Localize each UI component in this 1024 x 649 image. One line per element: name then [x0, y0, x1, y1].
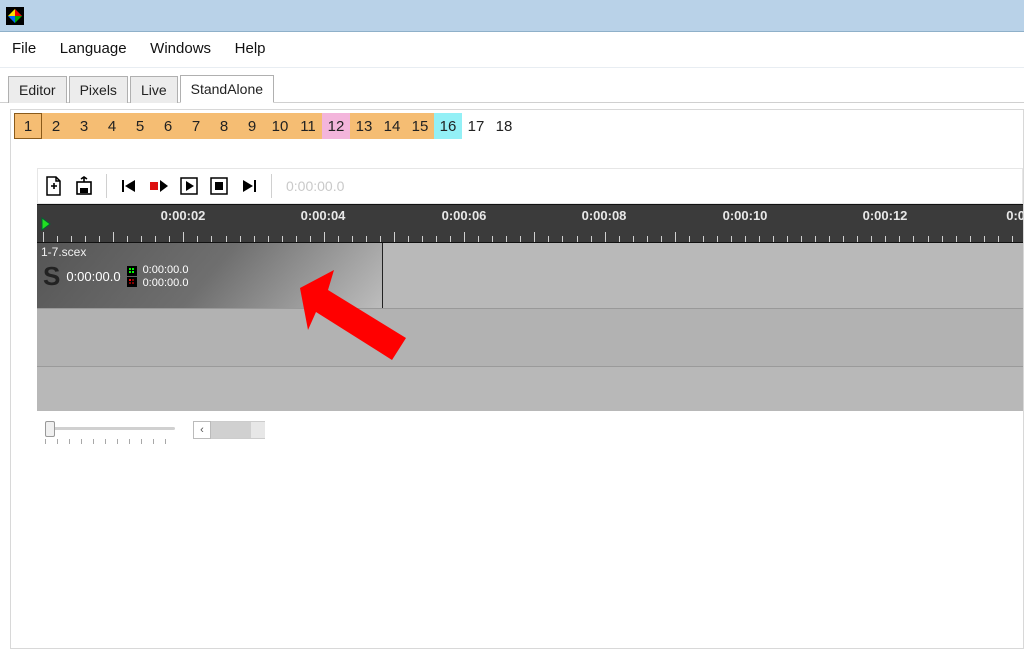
- transport-time-display: 0:00:00.0: [282, 178, 344, 194]
- clip-sub-time-a: 0:00:00.0: [143, 265, 189, 276]
- tab-editor[interactable]: Editor: [8, 76, 67, 103]
- zoom-thumb[interactable]: [45, 421, 55, 437]
- app-icon: [6, 7, 24, 25]
- go-end-button[interactable]: [237, 174, 261, 198]
- timeline-editor: 0:00:00.0 0:00:020:00:040:00:060:00:080:…: [37, 168, 1023, 455]
- page-cell-14[interactable]: 14: [378, 113, 406, 139]
- page-cell-16[interactable]: 16: [434, 113, 462, 139]
- timeline-clip[interactable]: 1-7.scex S 0:00:00.0 0:00:00.0 0:00:00.0: [37, 243, 383, 308]
- stop-button[interactable]: [207, 174, 231, 198]
- page-cell-5[interactable]: 5: [126, 113, 154, 139]
- toolbar-separator: [106, 174, 107, 198]
- clip-type-badge: S: [43, 261, 60, 292]
- status-light-red-icon: [127, 277, 137, 287]
- page-bar: 123456789101112131415161718: [11, 110, 521, 142]
- menu-language[interactable]: Language: [52, 36, 139, 63]
- page-cell-12[interactable]: 12: [322, 113, 350, 139]
- timeline-track-3[interactable]: [37, 367, 1023, 411]
- clip-main-time: 0:00:00.0: [66, 269, 120, 284]
- page-cell-4[interactable]: 4: [98, 113, 126, 139]
- ruler-label: 0:00:1: [1006, 208, 1023, 223]
- tab-live[interactable]: Live: [130, 76, 178, 103]
- save-button[interactable]: [72, 174, 96, 198]
- ruler-label: 0:00:12: [863, 208, 908, 223]
- standalone-panel: 123456789101112131415161718: [10, 109, 1024, 649]
- clip-sub-time-b: 0:00:00.0: [143, 278, 189, 289]
- clip-status-lights: [127, 266, 137, 287]
- page-cell-15[interactable]: 15: [406, 113, 434, 139]
- menu-windows[interactable]: Windows: [142, 36, 223, 63]
- tab-standalone[interactable]: StandAlone: [180, 75, 274, 103]
- timeline-track-2[interactable]: [37, 309, 1023, 367]
- timeline-track-1[interactable]: 1-7.scex S 0:00:00.0 0:00:00.0 0:00:00.0: [37, 243, 1023, 309]
- horizontal-scrollbar[interactable]: ‹: [193, 421, 265, 439]
- ruler-label: 0:00:04: [301, 208, 346, 223]
- page-cell-17[interactable]: 17: [462, 113, 490, 139]
- toolbar-separator: [271, 174, 272, 198]
- ruler-label: 0:00:06: [442, 208, 487, 223]
- page-cell-9[interactable]: 9: [238, 113, 266, 139]
- page-cell-3[interactable]: 3: [70, 113, 98, 139]
- page-cell-1[interactable]: 1: [14, 113, 42, 139]
- status-light-green-icon: [127, 266, 137, 276]
- zoom-slider[interactable]: [45, 421, 175, 441]
- go-start-button[interactable]: [117, 174, 141, 198]
- play-button[interactable]: [177, 174, 201, 198]
- transport-toolbar: 0:00:00.0: [37, 168, 1023, 204]
- timeline-footer: ‹: [37, 411, 1023, 455]
- page-cell-13[interactable]: 13: [350, 113, 378, 139]
- scroll-left-button[interactable]: ‹: [193, 421, 211, 439]
- titlebar: [0, 0, 1024, 32]
- ruler-label: 0:00:10: [723, 208, 768, 223]
- page-cell-8[interactable]: 8: [210, 113, 238, 139]
- page-cell-10[interactable]: 10: [266, 113, 294, 139]
- menu-help[interactable]: Help: [227, 36, 278, 63]
- ruler-label: 0:00:02: [161, 208, 206, 223]
- scroll-thumb[interactable]: [211, 422, 251, 438]
- page-cell-7[interactable]: 7: [182, 113, 210, 139]
- clip-filename: 1-7.scex: [37, 243, 382, 261]
- menubar: File Language Windows Help: [0, 32, 1024, 68]
- page-cell-18[interactable]: 18: [490, 113, 518, 139]
- tabbar: Editor Pixels Live StandAlone: [0, 68, 1024, 103]
- clip-sub-times: 0:00:00.0 0:00:00.0: [143, 265, 189, 289]
- timeline-ruler[interactable]: 0:00:02 0:00:04 0:00:06 0:00:08 0:00:10 0:00:…: [37, 204, 1023, 243]
- tab-pixels[interactable]: Pixels: [69, 76, 128, 103]
- ruler-label: 0:00:08: [582, 208, 627, 223]
- add-file-button[interactable]: [42, 174, 66, 198]
- record-play-button[interactable]: [147, 174, 171, 198]
- menu-file[interactable]: File: [4, 36, 48, 63]
- page-cell-2[interactable]: 2: [42, 113, 70, 139]
- page-cell-11[interactable]: 11: [294, 113, 322, 139]
- page-cell-6[interactable]: 6: [154, 113, 182, 139]
